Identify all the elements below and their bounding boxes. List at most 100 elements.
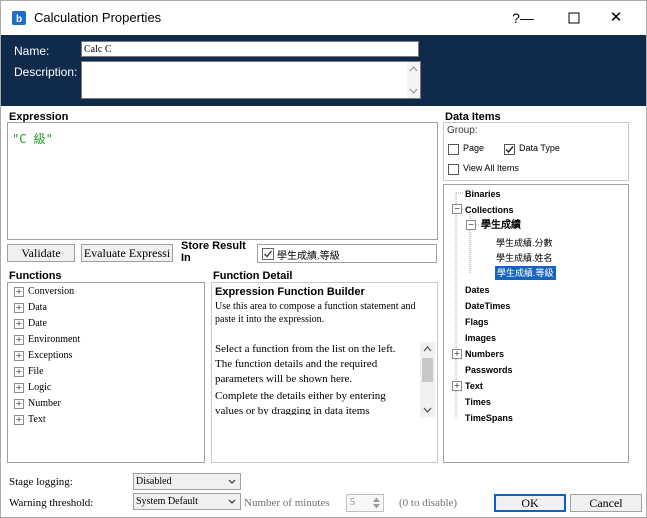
expand-icon[interactable]: + bbox=[14, 398, 24, 409]
tree-item-binaries[interactable]: Binaries bbox=[465, 187, 501, 201]
stage-logging-label: Stage logging: bbox=[9, 476, 73, 488]
description-field[interactable] bbox=[81, 61, 421, 99]
expand-icon[interactable]: + bbox=[14, 350, 24, 361]
expand-icon[interactable]: + bbox=[14, 286, 24, 297]
cancel-button[interactable]: Cancel bbox=[570, 494, 642, 512]
disable-hint: (0 to disable) bbox=[399, 497, 458, 509]
validate-button[interactable]: Validate bbox=[7, 244, 75, 262]
title-bar: b Calculation Properties ? — ✕ bbox=[1, 1, 646, 35]
function-category-label: File bbox=[28, 366, 44, 377]
collapse-icon[interactable]: − bbox=[466, 220, 476, 230]
view-all-items-label: View All Items bbox=[463, 163, 519, 173]
expand-icon[interactable]: + bbox=[14, 302, 24, 313]
function-category-label: Date bbox=[28, 318, 47, 329]
page-checkbox-label: Page bbox=[463, 143, 485, 153]
maximize-button[interactable] bbox=[561, 5, 587, 31]
minutes-value: 5 bbox=[350, 497, 355, 508]
expand-icon[interactable]: + bbox=[14, 318, 24, 329]
tree-item-text[interactable]: Text bbox=[465, 379, 483, 393]
name-field[interactable]: Calc C bbox=[81, 41, 419, 57]
data-item-icon bbox=[262, 248, 274, 260]
tree-item-passwords[interactable]: Passwords bbox=[465, 363, 513, 377]
minutes-stepper[interactable]: 5 bbox=[346, 494, 384, 512]
function-category-label: Logic bbox=[28, 382, 52, 393]
warning-threshold-select[interactable]: System Default bbox=[133, 493, 241, 510]
minimize-button[interactable]: — bbox=[520, 5, 534, 31]
svg-text:b: b bbox=[16, 14, 22, 25]
function-category-exceptions[interactable]: + Exceptions bbox=[14, 349, 72, 363]
function-category-environment[interactable]: + Environment bbox=[14, 333, 80, 347]
function-category-text[interactable]: + Text bbox=[14, 413, 46, 427]
warning-threshold-value: System Default bbox=[136, 496, 198, 507]
function-detail-body: Select a function from the list on the l… bbox=[215, 342, 415, 415]
header-panel: Name: Calc C Description: bbox=[1, 35, 646, 106]
function-category-label: Conversion bbox=[28, 286, 75, 297]
name-label: Name: bbox=[14, 44, 50, 58]
ok-button[interactable]: OK bbox=[494, 494, 566, 512]
stepper-down-icon[interactable] bbox=[372, 503, 381, 510]
group-label: Group: bbox=[447, 125, 478, 136]
function-detail-para2: Complete the details either by entering … bbox=[215, 390, 386, 415]
scroll-up-icon[interactable] bbox=[420, 343, 435, 355]
functions-label: Functions bbox=[9, 270, 62, 282]
function-detail-scrollbar[interactable] bbox=[420, 342, 435, 417]
expand-icon[interactable]: + bbox=[14, 382, 24, 393]
function-category-number[interactable]: + Number bbox=[14, 397, 61, 411]
description-scrollbar[interactable] bbox=[407, 62, 420, 98]
scroll-down-icon[interactable] bbox=[407, 86, 420, 96]
function-category-date[interactable]: + Date bbox=[14, 317, 47, 331]
function-category-label: Number bbox=[28, 398, 61, 409]
function-category-label: Exceptions bbox=[28, 350, 73, 361]
tree-item-datetimes[interactable]: DateTimes bbox=[465, 299, 510, 313]
function-detail-label: Function Detail bbox=[213, 270, 293, 282]
tree-item-dates[interactable]: Dates bbox=[465, 283, 490, 297]
datatype-checkbox[interactable] bbox=[504, 144, 515, 155]
stage-logging-value: Disabled bbox=[136, 476, 172, 487]
functions-list: + Conversion + Data + Date + Environment + Ex… bbox=[7, 282, 205, 463]
app-icon: b bbox=[12, 11, 26, 25]
window-title: Calculation Properties bbox=[34, 10, 162, 25]
tree-item-times[interactable]: Times bbox=[465, 395, 491, 409]
expression-editor[interactable]: "C 級" bbox=[7, 122, 438, 240]
minutes-label: Number of minutes bbox=[244, 497, 330, 509]
checkmark-icon bbox=[505, 146, 514, 154]
expand-icon[interactable]: + bbox=[452, 381, 462, 391]
function-detail-para1: Select a function from the list on the l… bbox=[215, 343, 396, 385]
tree-item-flags[interactable]: Flags bbox=[465, 315, 489, 329]
scroll-up-icon[interactable] bbox=[407, 64, 420, 74]
expand-icon[interactable]: + bbox=[14, 366, 24, 377]
tree-item-numbers[interactable]: Numbers bbox=[465, 347, 504, 361]
tree-item-timespans[interactable]: TimeSpans bbox=[465, 411, 513, 425]
function-category-file[interactable]: + File bbox=[14, 365, 44, 379]
tree-item-collection[interactable]: 學生成績 bbox=[481, 219, 521, 233]
stage-logging-select[interactable]: Disabled bbox=[133, 473, 241, 490]
scroll-thumb[interactable] bbox=[422, 358, 433, 382]
evaluate-expression-button[interactable]: Evaluate Expressi bbox=[81, 244, 173, 262]
page-checkbox[interactable] bbox=[448, 144, 459, 155]
function-category-data[interactable]: + Data bbox=[14, 301, 47, 315]
function-category-logic[interactable]: + Logic bbox=[14, 381, 51, 395]
collapse-icon[interactable]: − bbox=[452, 204, 462, 214]
tree-item-field-grade-selected[interactable]: 學生成績.等級 bbox=[495, 266, 556, 280]
expand-icon[interactable]: + bbox=[14, 334, 24, 345]
function-detail-title: Expression Function Builder bbox=[215, 286, 365, 298]
view-all-items-checkbox[interactable] bbox=[448, 164, 459, 175]
data-items-tree: − − + + Binaries Collections 學生成績 學生成績.分… bbox=[443, 184, 629, 463]
store-result-field[interactable]: 學生成績.等級 bbox=[257, 244, 437, 263]
tree-item-collections[interactable]: Collections bbox=[465, 203, 514, 217]
function-detail-intro: Use this area to compose a function stat… bbox=[215, 301, 416, 325]
expand-icon[interactable]: + bbox=[452, 349, 462, 359]
close-button[interactable]: ✕ bbox=[603, 5, 629, 31]
tree-item-images[interactable]: Images bbox=[465, 331, 496, 345]
chevron-down-icon bbox=[228, 479, 236, 484]
tree-item-field-name[interactable]: 學生成績.姓名 bbox=[496, 251, 553, 265]
store-result-label: Store Result In bbox=[181, 240, 246, 264]
warning-threshold-label: Warning threshold: bbox=[9, 497, 94, 509]
expression-text: "C 級" bbox=[12, 132, 53, 146]
chevron-down-icon bbox=[228, 499, 236, 504]
scroll-down-icon[interactable] bbox=[420, 404, 435, 416]
function-category-conversion[interactable]: + Conversion bbox=[14, 285, 74, 299]
expand-icon[interactable]: + bbox=[14, 414, 24, 425]
stepper-up-icon[interactable] bbox=[372, 496, 381, 503]
tree-item-field-score[interactable]: 學生成績.分數 bbox=[496, 236, 553, 250]
